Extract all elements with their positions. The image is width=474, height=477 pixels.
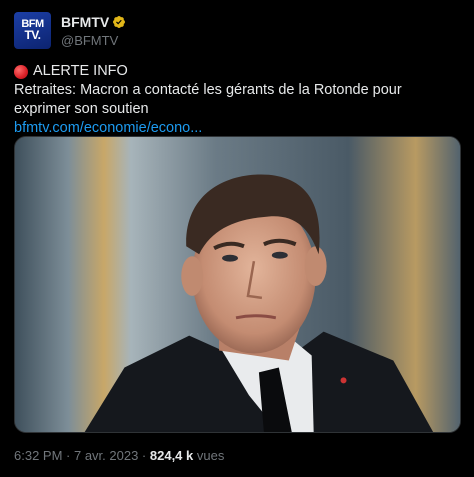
tweet-time[interactable]: 6:32 PM	[14, 448, 62, 463]
avatar[interactable]: BFM TV.	[14, 12, 51, 49]
author-names: BFMTV @BFMTV	[61, 14, 126, 48]
tweet-date[interactable]: 7 avr. 2023	[74, 448, 138, 463]
avatar-text-line2: TV.	[24, 28, 41, 43]
handle[interactable]: @BFMTV	[61, 33, 126, 48]
tweet-text: ALERTE INFO Retraites: Macron a contacté…	[14, 62, 460, 138]
red-circle-icon	[14, 64, 28, 79]
photo-illustration	[15, 137, 460, 432]
display-name-row: BFMTV	[61, 14, 126, 30]
meta-separator: ·	[62, 448, 74, 463]
tweet-header: BFM TV. BFMTV @BFMTV	[14, 12, 126, 49]
views-label: vues	[193, 448, 225, 463]
display-name[interactable]: BFMTV	[61, 14, 109, 30]
tweet-headline: Retraites: Macron a contacté les gérants…	[14, 82, 402, 117]
views-count: 824,4 k	[149, 448, 194, 463]
tweet-photo[interactable]	[14, 136, 461, 433]
alert-line: ALERTE INFO	[14, 62, 460, 81]
alert-label: ALERTE INFO	[33, 63, 128, 79]
verified-badge-icon	[112, 15, 126, 29]
tweet-metadata: 6:32 PM · 7 avr. 2023 · 824,4 k vues	[14, 448, 224, 463]
meta-separator-2: ·	[138, 448, 150, 463]
